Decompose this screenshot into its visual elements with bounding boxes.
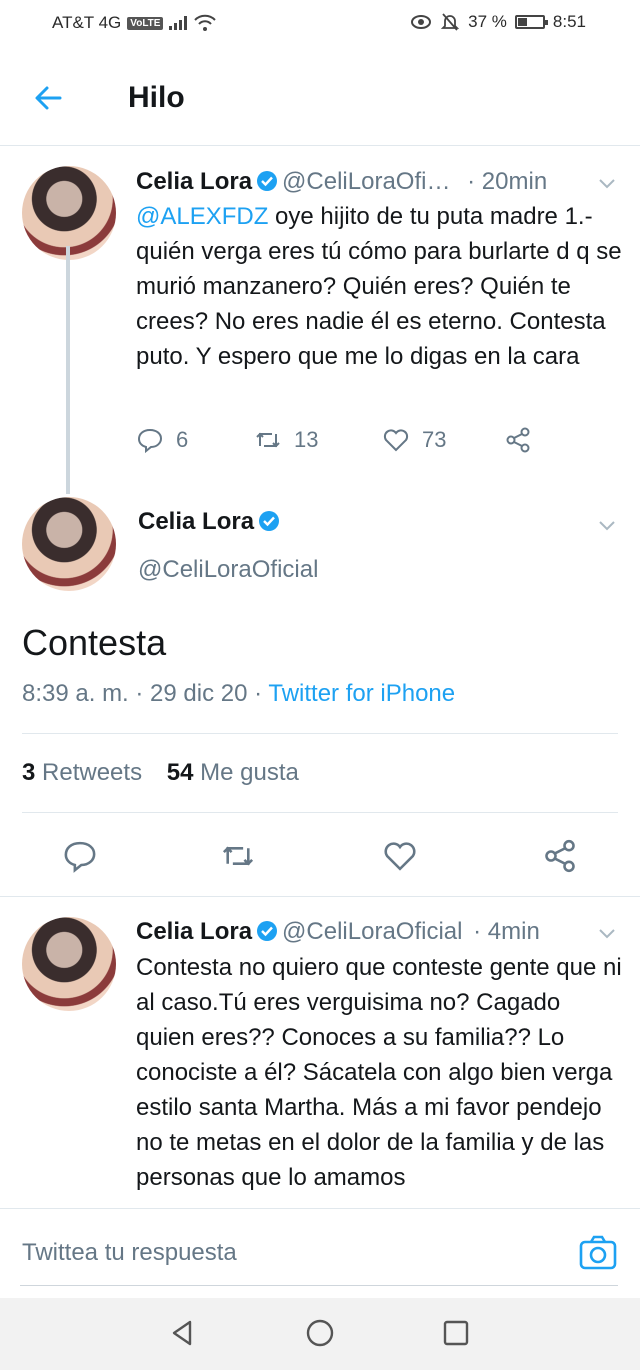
bell-off-icon (440, 13, 460, 31)
eye-icon (411, 15, 432, 29)
reply-bar: Twittea tu respuesta (0, 1208, 640, 1298)
divider (22, 733, 618, 734)
retweet-action[interactable]: 13 (254, 426, 382, 454)
like-total: 54 (166, 759, 194, 786)
mention-link[interactable]: @ALEXFDZ (136, 203, 268, 230)
tweet-time[interactable]: · 20min (467, 168, 547, 195)
tweet-time[interactable]: · 4min (473, 918, 540, 945)
like-label: Me gusta (193, 759, 299, 786)
tweet-header: Celia Lora @CeliLoraOficial · 4min (136, 918, 540, 946)
wifi-icon (194, 14, 217, 31)
main-tweet-actions (0, 822, 640, 894)
tweet-header: Celia Lora @CeliLoraOfi… · 20min (136, 168, 547, 196)
reply-icon (137, 428, 163, 454)
thread-header: Hilo (0, 48, 640, 146)
back-triangle-icon[interactable] (168, 1318, 198, 1348)
like-count: 73 (422, 427, 447, 452)
arrow-left-icon[interactable] (30, 80, 66, 116)
volte-badge: VoLTE (127, 16, 164, 30)
retweets-stat[interactable]: 3 Retweets (22, 759, 142, 786)
status-bar: AT&T 4G VoLTE 37 % 8:51 (0, 0, 640, 48)
page-title: Hilo (128, 81, 185, 114)
author-handle[interactable]: @CeliLoraOfi… (282, 168, 450, 195)
reply-underline (20, 1285, 618, 1286)
verified-badge-icon (257, 921, 278, 941)
tweet-source-link[interactable]: Twitter for iPhone (268, 680, 455, 707)
tweet-text: @ALEXFDZ oye hijito de tu puta madre 1.-… (136, 199, 622, 374)
share-icon[interactable] (542, 838, 578, 874)
reply-icon[interactable] (62, 838, 98, 874)
battery-icon (514, 15, 548, 29)
chevron-down-icon[interactable] (596, 514, 618, 536)
clock: 8:51 (552, 12, 586, 31)
recents-square-icon[interactable] (441, 1318, 471, 1348)
retweet-count: 13 (294, 427, 319, 452)
verified-badge-icon (259, 511, 280, 531)
main-author-name[interactable]: Celia Lora (138, 508, 254, 535)
retweet-label: Retweets (35, 759, 143, 786)
chevron-down-icon[interactable] (596, 172, 618, 194)
reply-action[interactable]: 6 (136, 426, 254, 454)
carrier-label: AT&T 4G (52, 13, 122, 32)
retweet-total: 3 (22, 759, 36, 786)
thread-line (66, 246, 70, 494)
main-author-handle[interactable]: @CeliLoraOficial (138, 556, 318, 584)
share-action[interactable] (504, 426, 532, 454)
author-handle[interactable]: @CeliLoraOficial (282, 918, 462, 945)
like-action[interactable]: 73 (382, 426, 504, 454)
share-icon (506, 427, 530, 453)
divider (22, 812, 618, 813)
tweet-text: Contesta no quiero que conteste gente qu… (136, 954, 622, 1191)
heart-icon (383, 429, 409, 452)
tweet-timestamp: 8:39 a. m. · 29 dic 20 · (22, 680, 269, 707)
main-avatar[interactable] (22, 497, 116, 591)
divider (0, 896, 640, 897)
author-name[interactable]: Celia Lora (136, 168, 252, 195)
status-right: 37 % 8:51 (410, 12, 586, 32)
system-nav-bar (0, 1298, 640, 1370)
retweet-icon[interactable] (220, 838, 256, 874)
battery-percent: 37 % (468, 12, 507, 31)
camera-icon[interactable] (578, 1233, 618, 1273)
heart-icon[interactable] (382, 838, 418, 874)
author-name[interactable]: Celia Lora (136, 918, 252, 945)
status-left: AT&T 4G VoLTE (52, 13, 217, 33)
tweet-meta: 8:39 a. m. · 29 dic 20 · Twitter for iPh… (22, 680, 455, 708)
main-tweet-text: Contesta (22, 622, 167, 663)
verified-badge-icon (257, 171, 278, 191)
likes-stat[interactable]: 54 Me gusta (167, 759, 299, 786)
retweet-icon (256, 432, 280, 448)
main-author: Celia Lora (138, 508, 284, 536)
avatar[interactable] (22, 917, 116, 1011)
tweet-actions: 6 13 73 (136, 426, 532, 454)
signal-icon (169, 16, 188, 30)
reply-count: 6 (176, 427, 189, 452)
home-circle-icon[interactable] (305, 1318, 335, 1348)
engagement-counts: 3 Retweets 54 Me gusta (22, 759, 299, 787)
chevron-down-icon[interactable] (596, 922, 618, 944)
reply-input[interactable]: Twittea tu respuesta (22, 1239, 237, 1267)
